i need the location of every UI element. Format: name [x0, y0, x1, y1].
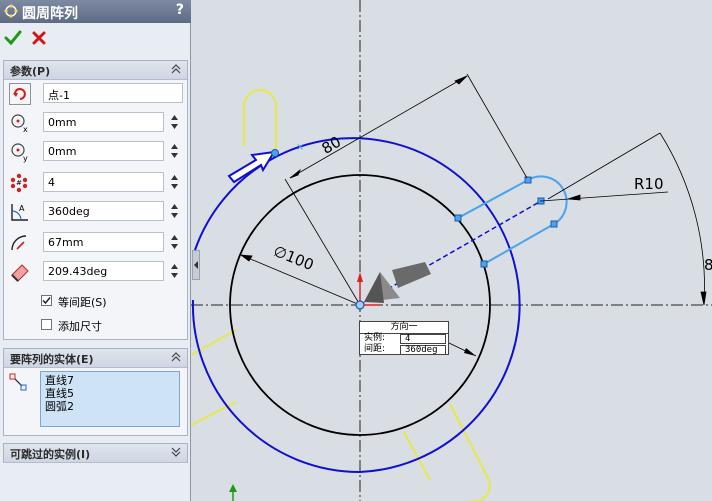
- dim-r10-label[interactable]: R10: [634, 175, 664, 193]
- svg-text:x: x: [23, 125, 28, 134]
- svg-text:y: y: [23, 154, 28, 163]
- panel-title: 圆周阵列: [22, 6, 78, 22]
- spin-arrows-icon[interactable]: [170, 113, 179, 131]
- svg-text:#: #: [16, 179, 22, 187]
- reverse-direction-icon[interactable]: [9, 83, 31, 105]
- expand-chevron-icon[interactable]: [170, 446, 182, 458]
- dim-angle[interactable]: [547, 132, 707, 306]
- skip-instances-group: 可跳过的实例(I): [3, 443, 188, 463]
- spacing-label: 间距:: [364, 344, 386, 354]
- entity-select-icon: [9, 373, 27, 391]
- cancel-x-icon[interactable]: [30, 29, 48, 47]
- center-y-icon: y: [11, 143, 28, 163]
- angle-icon: A: [11, 204, 28, 221]
- entities-header-label: 要阵列的实体(E): [10, 353, 94, 366]
- instances-value[interactable]: 4: [400, 334, 446, 344]
- dim-r10[interactable]: [540, 191, 669, 202]
- radius-field[interactable]: 67mm: [43, 232, 164, 252]
- parameters-header-label: 参数(P): [10, 65, 51, 78]
- direction-arrow-handle[interactable]: [227, 150, 276, 184]
- circular-pattern-icon: [4, 4, 18, 18]
- skip-instances-header-label: 可跳过的实例(I): [10, 448, 91, 461]
- add-dimensions-label: 添加尺寸: [58, 320, 102, 333]
- ok-checkmark-icon[interactable]: [4, 29, 22, 47]
- pattern-preview-slots: [191, 89, 491, 501]
- preview-slot-bottom: [403, 403, 491, 501]
- svg-text:A: A: [19, 204, 25, 213]
- collapse-chevron-icon[interactable]: [170, 63, 182, 75]
- center-x-field[interactable]: 0mm: [43, 112, 164, 132]
- parameters-group: 参数(P) 点-1 x 0mm y 0mm # 4 A 360deg 67mm …: [3, 60, 188, 340]
- total-angle-field[interactable]: 360deg: [43, 201, 164, 221]
- center-x-icon: x: [11, 114, 28, 134]
- preview-slot-top: [243, 89, 277, 150]
- origin-triad-icon: [229, 484, 237, 501]
- entities-list[interactable]: 直线7 直线5 圆弧2: [40, 371, 180, 427]
- parameters-header[interactable]: 参数(P): [4, 61, 187, 80]
- list-item[interactable]: 直线7: [45, 374, 179, 387]
- list-item[interactable]: 圆弧2: [45, 400, 179, 413]
- spin-arrows-icon[interactable]: [170, 233, 179, 251]
- instance-count-icon: #: [10, 173, 28, 193]
- property-manager: 圆周阵列 ? 参数(P) 点-1 x 0mm y 0mm # 4 A 360de…: [0, 0, 191, 501]
- center-y-field[interactable]: 0mm: [43, 141, 164, 161]
- arc-angle-field[interactable]: 209.43deg: [43, 261, 164, 281]
- collapse-chevron-icon[interactable]: [170, 351, 182, 363]
- center-point-field[interactable]: 点-1: [43, 83, 183, 103]
- spin-arrows-icon[interactable]: [170, 202, 179, 220]
- entities-header[interactable]: 要阵列的实体(E): [4, 349, 187, 368]
- dim-80-label[interactable]: 80: [319, 133, 345, 158]
- arc-angle-icon: [11, 264, 29, 282]
- spin-arrows-icon[interactable]: [170, 262, 179, 280]
- instances-field[interactable]: 4: [43, 172, 164, 192]
- help-button[interactable]: ?: [176, 2, 184, 18]
- spacing-value[interactable]: 360deg: [400, 345, 446, 355]
- equal-spacing-label: 等间距(S): [58, 296, 107, 309]
- sketch-canvas[interactable]: 80 R10 8 ∅100 ×: [191, 0, 712, 501]
- dim-8-label[interactable]: 8: [704, 256, 712, 274]
- slot-endpoints[interactable]: [454, 176, 558, 268]
- checkbox-checked-icon[interactable]: [41, 295, 52, 306]
- handle-point[interactable]: [271, 149, 279, 157]
- center-point[interactable]: [355, 300, 365, 310]
- checkbox-unchecked-icon[interactable]: [41, 319, 52, 330]
- list-item[interactable]: 直线5: [45, 387, 179, 400]
- triad-arrow: [357, 262, 431, 306]
- pattern-instance-table[interactable]: 方向一 实例: 4 间距: 360deg: [359, 321, 449, 355]
- radius-icon: [11, 235, 27, 251]
- skip-instances-header[interactable]: 可跳过的实例(I): [4, 444, 187, 463]
- instances-label: 实例:: [364, 333, 386, 343]
- title-bar: 圆周阵列 ?: [0, 0, 191, 23]
- spin-arrows-icon[interactable]: [170, 173, 179, 191]
- spin-arrows-icon[interactable]: [170, 142, 179, 160]
- dim-diameter-label[interactable]: ∅100: [271, 242, 316, 274]
- small-x-marker: ×: [296, 142, 304, 153]
- entities-group: 要阵列的实体(E) 直线7 直线5 圆弧2: [3, 348, 188, 436]
